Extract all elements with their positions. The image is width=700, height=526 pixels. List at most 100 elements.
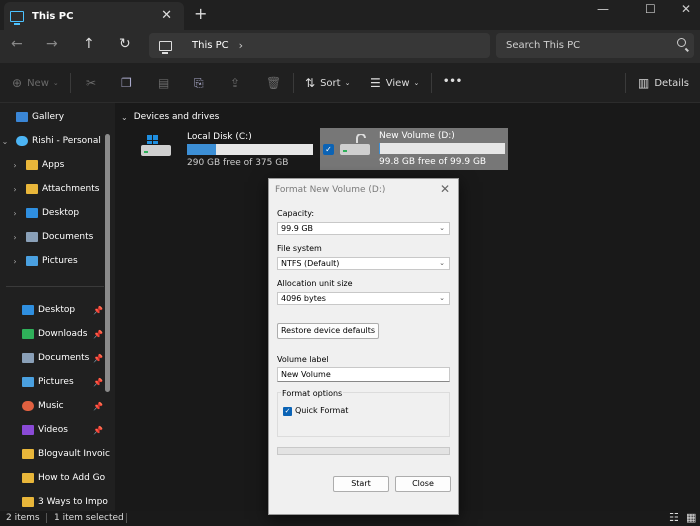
quick-access-folder[interactable]: 3 Ways to Impo (6, 492, 111, 511)
allocation-unit-value: 4096 bytes (281, 294, 326, 303)
navigation-pane: Gallery ⌄ Rishi - Personal › Apps › Atta… (0, 103, 115, 511)
delete-button[interactable]: 🗑 (266, 76, 286, 90)
gallery-icon (16, 112, 28, 122)
sidebar-item-pictures[interactable]: › Pictures (10, 251, 115, 271)
back-icon[interactable]: ← (11, 36, 23, 52)
drive-usage-bar (379, 143, 505, 154)
file-system-select[interactable]: NTFS (Default) ⌄ (277, 257, 450, 270)
start-button[interactable]: Start (333, 476, 389, 492)
refresh-icon[interactable]: ↻ (119, 36, 131, 52)
close-button[interactable]: Close (395, 476, 451, 492)
drive-local-disk-c[interactable]: Local Disk (C:) 290 GB free of 375 GB (133, 129, 319, 171)
file-system-value: NTFS (Default) (281, 259, 340, 268)
quick-access-documents[interactable]: Documents 📌 (6, 348, 111, 368)
forward-icon[interactable]: → (46, 36, 58, 52)
search-input[interactable]: Search This PC (496, 33, 694, 58)
trash-icon: 🗑 (266, 76, 282, 90)
sidebar-item-label: Desktop (42, 208, 80, 218)
quick-access-folder[interactable]: Blogvault Invoic (6, 444, 111, 464)
quick-access-music[interactable]: Music 📌 (6, 396, 111, 416)
details-view-icon[interactable]: ☷ (669, 511, 679, 524)
plus-circle-icon: ⊕ (12, 76, 23, 90)
sort-button[interactable]: ⇅ Sort ⌄ (305, 76, 350, 90)
drive-new-volume-d[interactable]: ✓ New Volume (D:) 99.8 GB free of 99.9 G… (320, 128, 508, 170)
section-header[interactable]: ⌄ Devices and drives (121, 112, 219, 122)
details-button[interactable]: ▥ Details (638, 76, 689, 90)
address-bar[interactable]: This PC › (149, 33, 490, 58)
chevron-right-icon[interactable]: › (10, 257, 20, 266)
details-label: Details (654, 77, 690, 89)
new-tab-button[interactable]: + (194, 4, 207, 23)
pin-icon: 📌 (93, 305, 103, 315)
copy-icon: ❐ (121, 76, 132, 90)
copy-button[interactable]: ❐ (121, 76, 137, 90)
chevron-down-icon: ⌄ (439, 294, 445, 302)
quick-format-checkbox[interactable]: ✓ (283, 407, 292, 416)
sidebar-item-onedrive[interactable]: ⌄ Rishi - Personal (0, 131, 105, 151)
sort-label: Sort (320, 77, 341, 89)
new-label: New (27, 77, 49, 89)
drive-usage-fill (379, 143, 380, 154)
cut-button[interactable]: ✂ (86, 76, 101, 90)
drive-free-space: 99.8 GB free of 99.9 GB (379, 157, 487, 167)
details-pane-icon: ▥ (638, 76, 650, 90)
share-button[interactable]: ⇪ (230, 76, 245, 90)
format-options-label: Format options (281, 389, 344, 398)
quick-access-downloads[interactable]: Downloads 📌 (6, 324, 111, 344)
tiles-view-icon[interactable]: ▦ (686, 511, 696, 524)
sidebar-item-desktop[interactable]: › Desktop (10, 203, 115, 223)
sidebar-scrollbar[interactable] (105, 134, 110, 392)
chevron-right-icon[interactable]: › (10, 185, 20, 194)
format-progress-bar (277, 447, 450, 455)
capacity-label: Capacity: (277, 209, 315, 218)
view-list-icon: ☰ (370, 76, 381, 90)
sidebar-item-gallery[interactable]: Gallery (0, 107, 105, 127)
chevron-down-icon: ⌄ (344, 79, 351, 87)
close-window-icon[interactable]: ✕ (681, 2, 691, 16)
tab-this-pc[interactable]: This PC ✕ (4, 2, 184, 30)
chevron-down-icon[interactable]: ⌄ (0, 137, 10, 146)
capacity-select[interactable]: 99.9 GB ⌄ (277, 222, 450, 235)
maximize-icon[interactable]: ☐ (645, 2, 656, 16)
scissors-icon: ✂ (86, 76, 97, 90)
drive-usage-fill (187, 144, 216, 155)
computer-icon (10, 10, 24, 25)
quick-access-desktop[interactable]: Desktop 📌 (6, 300, 111, 320)
up-icon[interactable]: ↑ (83, 36, 95, 52)
allocation-unit-label: Allocation unit size (277, 279, 353, 288)
sidebar-item-apps[interactable]: › Apps (10, 155, 115, 175)
sidebar-item-documents[interactable]: › Documents (10, 227, 115, 247)
section-title: Devices and drives (133, 112, 220, 122)
volume-label-input[interactable]: New Volume (277, 367, 450, 382)
desktop-icon (26, 208, 38, 218)
videos-icon (22, 425, 34, 435)
file-system-label: File system (277, 244, 322, 253)
quick-access-folder[interactable]: How to Add Go (6, 468, 111, 488)
chevron-right-icon[interactable]: › (10, 161, 20, 170)
desktop-icon (22, 305, 34, 315)
more-options-button[interactable]: ••• (443, 76, 462, 87)
item-count: 2 items (6, 513, 40, 523)
folder-icon (26, 184, 38, 194)
chevron-down-icon: ⌄ (439, 224, 445, 232)
sidebar-item-attachments[interactable]: › Attachments (10, 179, 115, 199)
restore-defaults-button[interactable]: Restore device defaults (277, 323, 379, 339)
dialog-close-icon[interactable]: ✕ (440, 182, 450, 196)
chevron-down-icon: ⌄ (413, 79, 420, 87)
checkbox-checked-icon[interactable]: ✓ (323, 144, 334, 155)
paste-button[interactable]: ▤ (158, 76, 174, 90)
view-button[interactable]: ☰ View ⌄ (370, 76, 419, 90)
breadcrumb[interactable]: This PC (192, 40, 229, 51)
rename-button[interactable]: ⎘ (194, 76, 209, 91)
quick-access-videos[interactable]: Videos 📌 (6, 420, 111, 440)
new-button[interactable]: ⊕ New ⌄ (12, 76, 59, 90)
quick-access-pictures[interactable]: Pictures 📌 (6, 372, 111, 392)
tab-close-icon[interactable]: ✕ (161, 8, 172, 23)
chevron-right-icon[interactable]: › (10, 233, 20, 242)
sidebar-item-label: Documents (42, 232, 94, 242)
allocation-unit-select[interactable]: 4096 bytes ⌄ (277, 292, 450, 305)
minimize-icon[interactable]: — (597, 2, 609, 16)
breadcrumb-chevron-icon[interactable]: › (239, 39, 243, 52)
quick-format-label[interactable]: Quick Format (295, 406, 348, 415)
chevron-right-icon[interactable]: › (10, 209, 20, 218)
